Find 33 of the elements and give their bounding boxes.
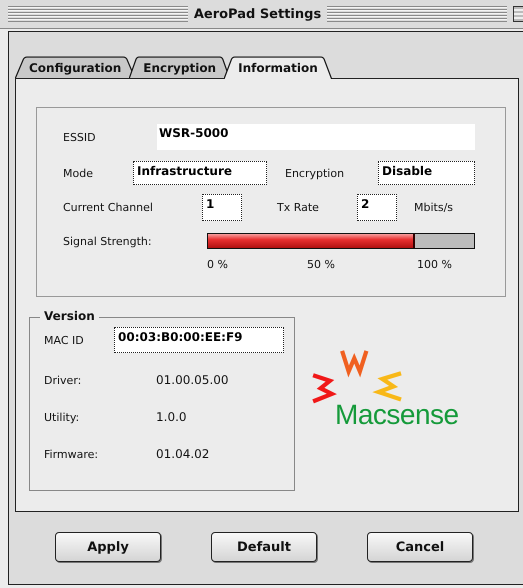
encryption-field[interactable]: Disable: [378, 161, 475, 185]
scale-label: 50 %: [307, 258, 336, 271]
group-title: Version: [40, 309, 99, 323]
dialog-button[interactable]: Default: [211, 532, 317, 562]
channel-field[interactable]: 1: [202, 194, 242, 220]
field-label: MAC ID: [44, 334, 85, 346]
version-value: 1.0.0: [156, 410, 187, 424]
collapse-box-icon[interactable]: [513, 6, 523, 22]
scale-label: 100 %: [417, 258, 452, 271]
mac-id-field[interactable]: 00:03:B0:00:EE:F9: [114, 327, 284, 353]
field-label: Firmware:: [44, 448, 100, 460]
field-label: Signal Strength:: [63, 234, 153, 248]
logo-text: Macsense: [335, 399, 459, 431]
mode-field[interactable]: Infrastructure: [133, 161, 267, 185]
tx-rate-field[interactable]: 2: [357, 194, 397, 220]
version-value: 01.04.02: [156, 447, 210, 461]
tab[interactable]: Encryption: [129, 56, 230, 79]
field-label: Mode: [63, 166, 94, 180]
essid-field[interactable]: WSR-5000: [157, 124, 475, 150]
dialog-button[interactable]: Apply: [55, 532, 161, 562]
field-label: Current Channel: [63, 200, 154, 214]
tab[interactable]: Configuration: [15, 56, 136, 79]
field-label: Driver:: [44, 374, 82, 386]
field-label: ESSID: [63, 130, 97, 144]
version-value: 01.00.05.00: [156, 373, 229, 387]
dialog-button[interactable]: Cancel: [367, 532, 473, 562]
window-title: AeroPad Settings: [194, 6, 322, 22]
scale-label: 0 %: [207, 258, 229, 271]
field-label: Encryption: [285, 166, 346, 180]
tab[interactable]: Information: [224, 56, 332, 79]
field-label: Utility:: [44, 410, 80, 424]
unit-label: Mbits/s: [414, 200, 454, 214]
field-label: Tx Rate: [277, 200, 320, 214]
